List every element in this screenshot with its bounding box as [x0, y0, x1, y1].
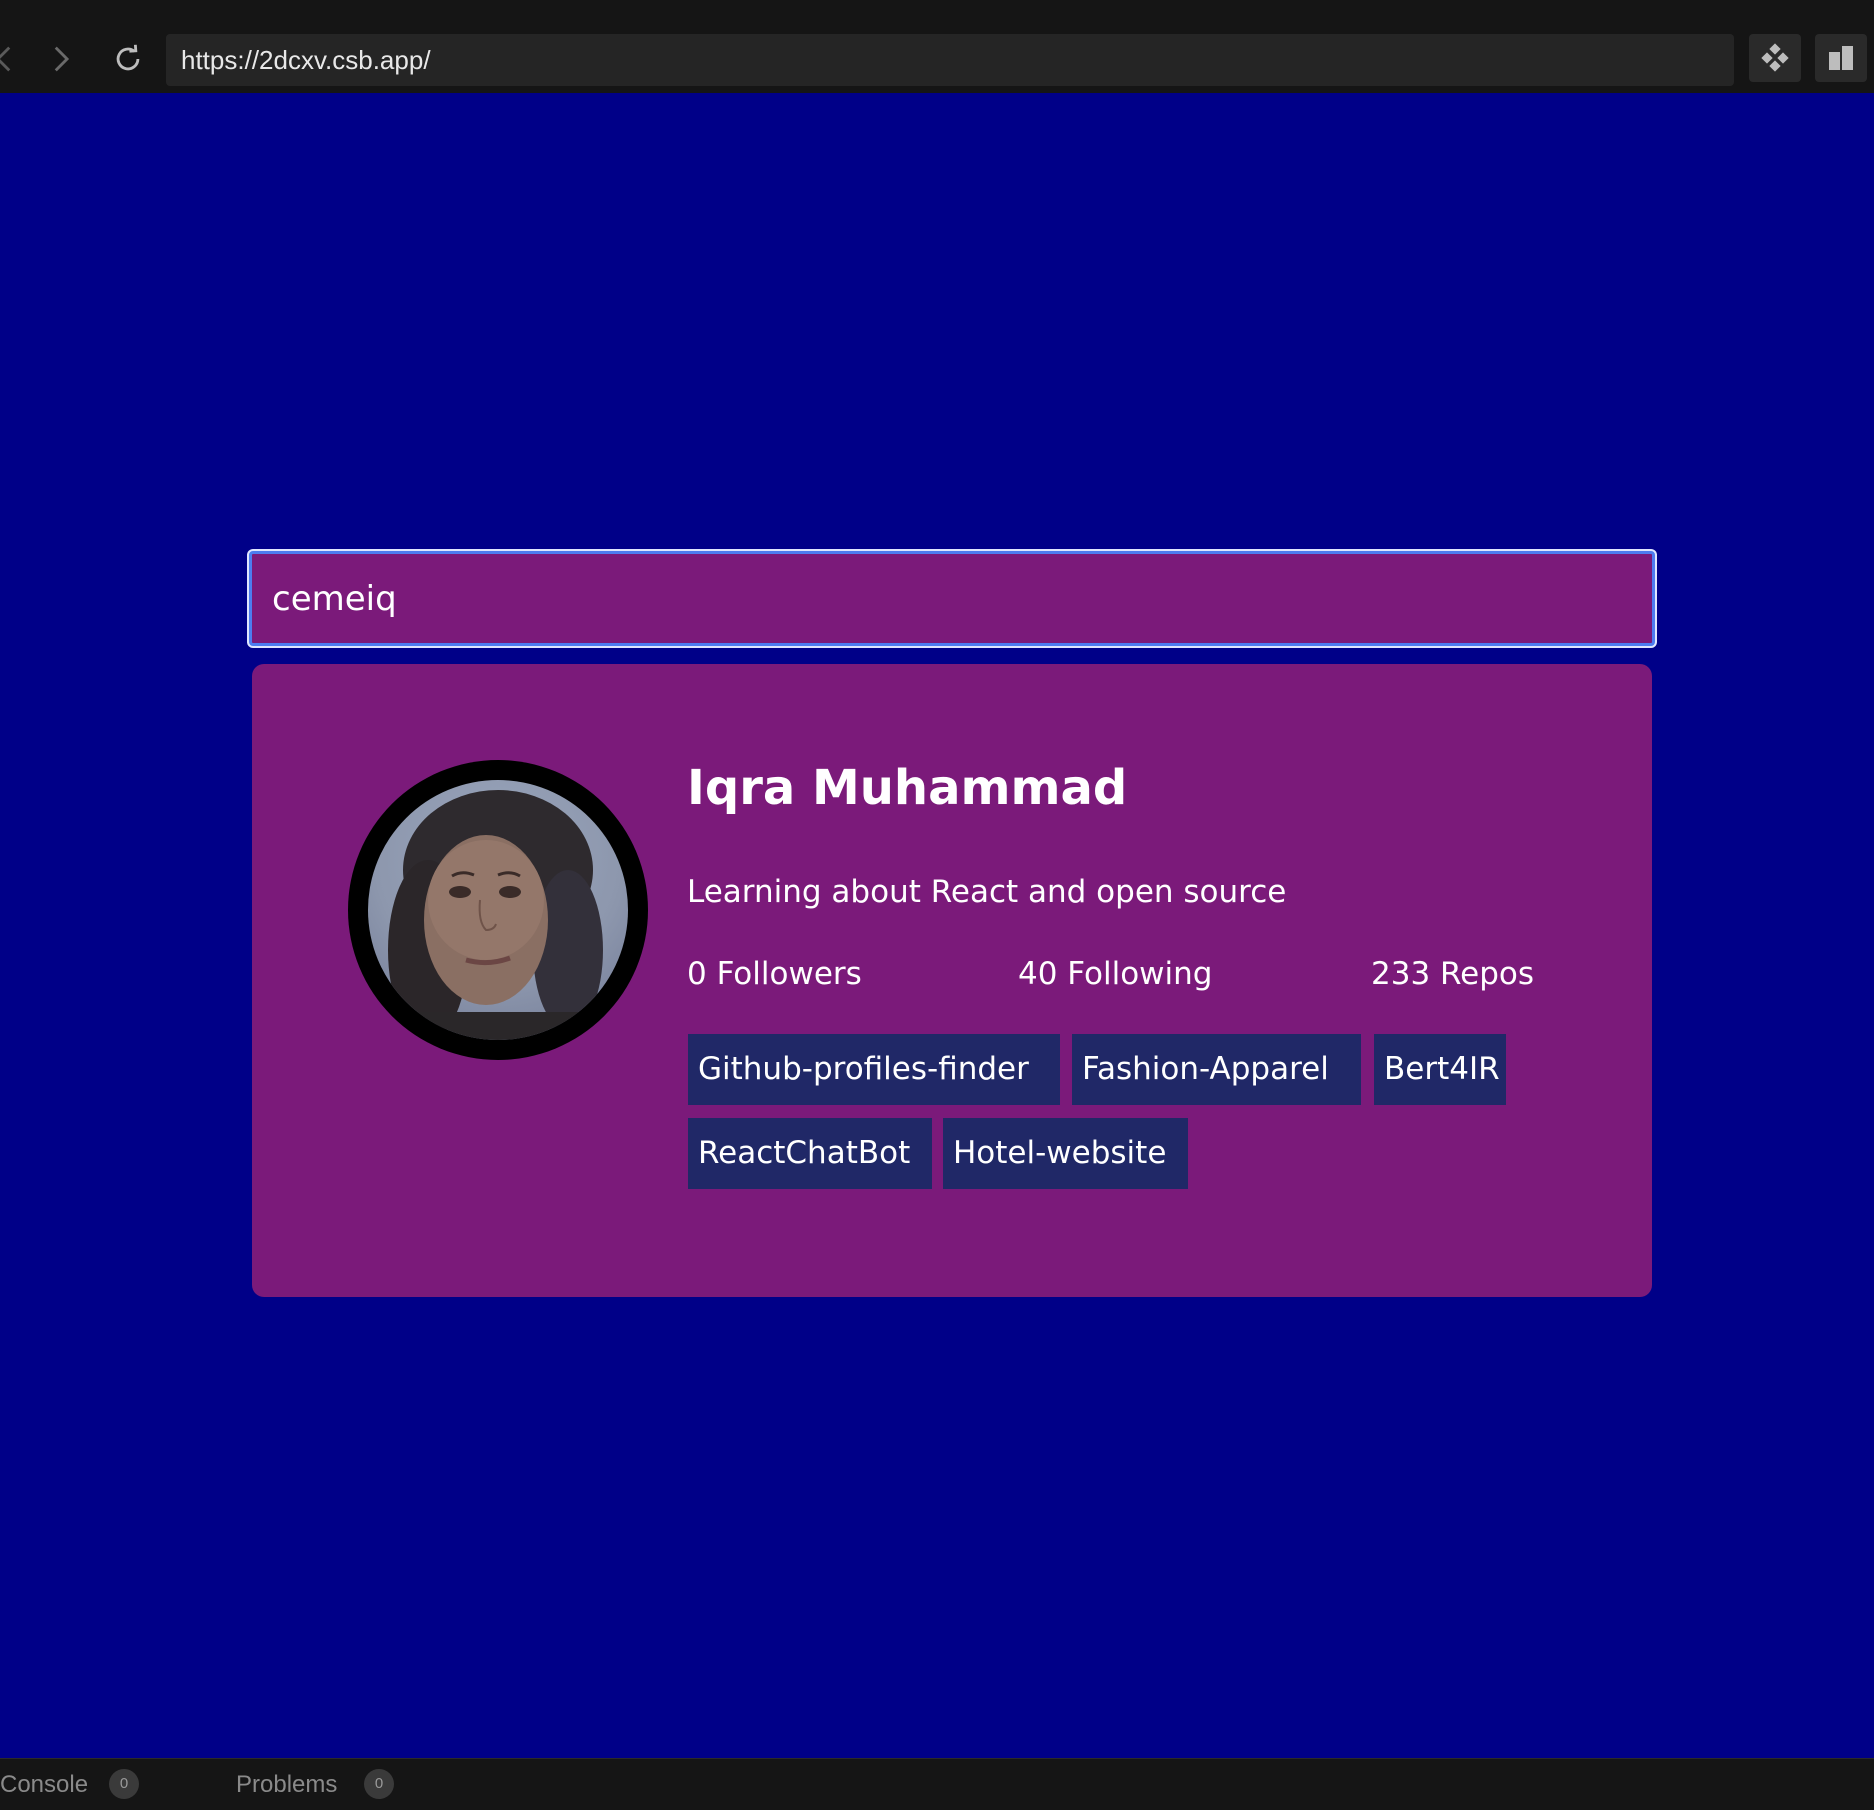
repo-link[interactable]: Github-profiles-finder	[688, 1034, 1060, 1105]
extensions-button[interactable]	[1749, 34, 1801, 82]
split-view-button[interactable]	[1815, 34, 1867, 82]
reload-button[interactable]	[103, 34, 153, 84]
username-search-input[interactable]	[249, 551, 1655, 646]
chevron-right-icon	[54, 46, 70, 72]
reload-icon	[116, 44, 140, 71]
diamond-grid-icon	[1761, 43, 1789, 72]
profile-bio: Learning about React and open source	[687, 874, 1287, 910]
back-button[interactable]	[0, 34, 30, 84]
avatar-photo	[368, 780, 628, 1040]
forward-button[interactable]	[35, 34, 85, 84]
avatar	[348, 760, 648, 1060]
console-count-badge: 0	[109, 1769, 139, 1799]
problems-count-badge: 0	[364, 1769, 394, 1799]
repos-count: 233 Repos	[1371, 956, 1535, 992]
profile-name: Iqra Muhammad	[687, 760, 1128, 816]
repo-link[interactable]: Bert4IR	[1374, 1034, 1506, 1105]
chevron-left-icon	[0, 46, 11, 72]
split-panel-icon	[1829, 46, 1853, 70]
repo-link[interactable]: ReactChatBot	[688, 1118, 932, 1189]
tab-console[interactable]: Console	[0, 1771, 88, 1799]
repo-link[interactable]: Fashion-Apparel	[1072, 1034, 1361, 1105]
devtools-bar: Console 0 Problems 0	[0, 1758, 1874, 1810]
browser-toolbar: https://2dcxv.csb.app/	[0, 0, 1874, 93]
repo-link[interactable]: Hotel-website	[943, 1118, 1188, 1189]
following-count: 40 Following	[1018, 956, 1213, 992]
address-bar[interactable]: https://2dcxv.csb.app/	[166, 34, 1734, 86]
tab-problems[interactable]: Problems	[236, 1771, 337, 1799]
followers-count: 0 Followers	[687, 956, 862, 992]
